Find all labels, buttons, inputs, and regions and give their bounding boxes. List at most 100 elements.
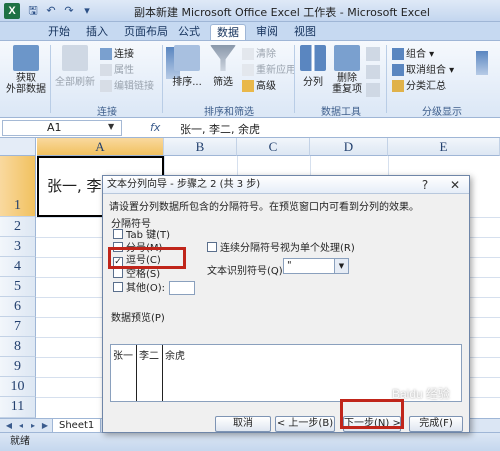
dialog-description: 请设置分列数据所包含的分隔符号。在预览窗口内可看到分列的效果。 bbox=[109, 202, 419, 213]
refresh-all-button[interactable]: 全部刷新 bbox=[54, 45, 96, 88]
tab-data[interactable]: 数据 bbox=[210, 24, 246, 41]
data-validation-icon[interactable] bbox=[366, 47, 380, 61]
tab-formulas[interactable]: 公式 bbox=[172, 24, 206, 40]
consolidate-icon[interactable] bbox=[366, 65, 380, 79]
sheet-tab-sheet1[interactable]: Sheet1 bbox=[52, 419, 102, 433]
advanced-filter-icon bbox=[242, 80, 254, 92]
properties-button[interactable]: 属性 bbox=[100, 61, 134, 76]
chevron-down-icon[interactable]: ▼ bbox=[334, 259, 348, 273]
name-box[interactable]: A1 bbox=[2, 120, 122, 136]
column-header-a[interactable]: A bbox=[37, 138, 164, 156]
cancel-button[interactable]: 取消 bbox=[215, 416, 271, 432]
advanced-button[interactable]: 高级 bbox=[242, 77, 276, 92]
watermark-logo: Baidu 经验 bbox=[392, 387, 451, 401]
get-external-data-button[interactable]: 获取 外部数据 bbox=[6, 45, 46, 95]
row-header-10[interactable]: 10 bbox=[0, 377, 36, 397]
column-header-d[interactable]: D bbox=[310, 138, 388, 156]
row-header-3[interactable]: 3 bbox=[0, 237, 36, 257]
edit-links-icon bbox=[100, 80, 112, 92]
row-header-9[interactable]: 9 bbox=[0, 357, 36, 377]
text-to-columns-button[interactable]: 分列 bbox=[298, 45, 328, 88]
row-header-11[interactable]: 11 bbox=[0, 397, 36, 418]
consecutive-delimiters-checkbox[interactable]: 连续分隔符号视为单个处理(R) bbox=[207, 239, 355, 254]
reapply-icon bbox=[242, 64, 254, 76]
dialog-title: 文本分列向导 - 步骤之 2 (共 3 步) bbox=[103, 176, 469, 194]
column-header-e[interactable]: E bbox=[388, 138, 500, 156]
divider bbox=[386, 45, 387, 113]
clear-icon bbox=[242, 48, 254, 60]
excel-app-icon[interactable]: X bbox=[4, 3, 20, 19]
first-sheet-icon[interactable]: ◀ bbox=[4, 421, 14, 431]
row-header-7[interactable]: 7 bbox=[0, 317, 36, 337]
save-icon[interactable]: 🖫 bbox=[26, 4, 40, 18]
insert-function-button[interactable]: fx bbox=[150, 121, 160, 134]
space-checkbox[interactable]: 空格(S) bbox=[113, 268, 160, 280]
tab-view[interactable]: 视图 bbox=[288, 24, 322, 40]
row-header-5[interactable]: 5 bbox=[0, 277, 36, 297]
connections-button[interactable]: 连接 bbox=[100, 45, 134, 60]
group-label-outline: 分级显示 bbox=[422, 107, 462, 118]
remove-duplicates-button[interactable]: 删除 重复项 bbox=[330, 45, 364, 95]
checkbox-box bbox=[207, 242, 217, 252]
other-checkbox[interactable]: 其他(O): bbox=[113, 282, 165, 294]
prev-sheet-icon[interactable]: ◂ bbox=[16, 421, 26, 431]
row-header-4[interactable]: 4 bbox=[0, 257, 36, 277]
other-delimiter-input[interactable] bbox=[169, 281, 195, 295]
help-button[interactable]: ? bbox=[417, 177, 433, 193]
show-detail-icon[interactable] bbox=[476, 51, 488, 75]
text-to-columns-icon bbox=[300, 45, 326, 71]
divider bbox=[294, 45, 295, 113]
tab-review[interactable]: 审阅 bbox=[250, 24, 284, 40]
ungroup-button[interactable]: 取消组合 ▾ bbox=[392, 61, 454, 76]
tab-insert[interactable]: 插入 bbox=[80, 24, 114, 40]
back-button[interactable]: < 上一步(B) bbox=[275, 416, 335, 432]
tab-page-layout[interactable]: 页面布局 bbox=[118, 24, 174, 40]
connections-icon bbox=[100, 48, 112, 60]
finish-button[interactable]: 完成(F) bbox=[409, 416, 463, 432]
status-bar: 就绪 bbox=[0, 432, 500, 451]
sort-button[interactable]: 排序... bbox=[172, 45, 202, 88]
checkbox-box bbox=[113, 268, 123, 278]
group-label-sort-filter: 排序和筛选 bbox=[204, 107, 254, 118]
select-all-corner[interactable] bbox=[0, 138, 36, 156]
undo-icon[interactable]: ↶ bbox=[44, 4, 58, 18]
text-qualifier-select[interactable]: " ▼ bbox=[283, 258, 349, 274]
filter-button[interactable]: 筛选 bbox=[208, 45, 238, 88]
preview-column: 李二 bbox=[137, 345, 163, 401]
row-header-6[interactable]: 6 bbox=[0, 297, 36, 317]
tab-checkbox[interactable]: Tab 键(T) bbox=[113, 229, 170, 241]
highlight-annotation bbox=[108, 247, 186, 269]
formula-bar: A1 ▼ fx 张一, 李二, 余虎 bbox=[0, 118, 500, 138]
group-button[interactable]: 组合 ▾ bbox=[392, 45, 434, 60]
next-sheet-icon[interactable]: ▸ bbox=[28, 421, 38, 431]
column-header-c[interactable]: C bbox=[237, 138, 310, 156]
clear-button[interactable]: 清除 bbox=[242, 45, 276, 60]
ribbon: 获取 外部数据 全部刷新 连接 属性 编辑链接 连接 排序... 筛选 清除 重… bbox=[0, 40, 500, 118]
customize-icon[interactable]: ▾ bbox=[80, 4, 94, 18]
database-icon bbox=[13, 45, 39, 71]
checkbox-box bbox=[113, 229, 123, 239]
last-sheet-icon[interactable]: ▶ bbox=[40, 421, 50, 431]
divider bbox=[50, 45, 51, 113]
title-bar: X 🖫 ↶ ↷ ▾ 副本新建 Microsoft Office Excel 工作… bbox=[0, 0, 500, 22]
window-title: 副本新建 Microsoft Office Excel 工作表 - Micros… bbox=[134, 6, 430, 19]
close-icon[interactable]: ✕ bbox=[447, 177, 463, 193]
remove-duplicates-icon bbox=[334, 45, 360, 71]
name-box-dropdown-icon[interactable]: ▼ bbox=[108, 122, 114, 131]
redo-icon[interactable]: ↷ bbox=[62, 4, 76, 18]
group-label-connections: 连接 bbox=[97, 107, 117, 118]
sort-icon bbox=[174, 45, 200, 71]
column-header-b[interactable]: B bbox=[164, 138, 237, 156]
reapply-button[interactable]: 重新应用 bbox=[242, 61, 296, 76]
row-header-8[interactable]: 8 bbox=[0, 337, 36, 357]
formula-input[interactable]: 张一, 李二, 余虎 bbox=[180, 121, 260, 137]
edit-links-button[interactable]: 编辑链接 bbox=[100, 77, 154, 92]
subtotal-button[interactable]: 分类汇总 bbox=[392, 77, 446, 92]
what-if-icon[interactable] bbox=[366, 83, 380, 97]
row-header-1[interactable]: 1 bbox=[0, 156, 36, 217]
preview-column: 余虎 bbox=[165, 351, 185, 362]
row-header-2[interactable]: 2 bbox=[0, 217, 36, 237]
group-label-data-tools: 数据工具 bbox=[321, 107, 361, 118]
ungroup-icon bbox=[392, 64, 404, 76]
tab-home[interactable]: 开始 bbox=[42, 24, 76, 40]
